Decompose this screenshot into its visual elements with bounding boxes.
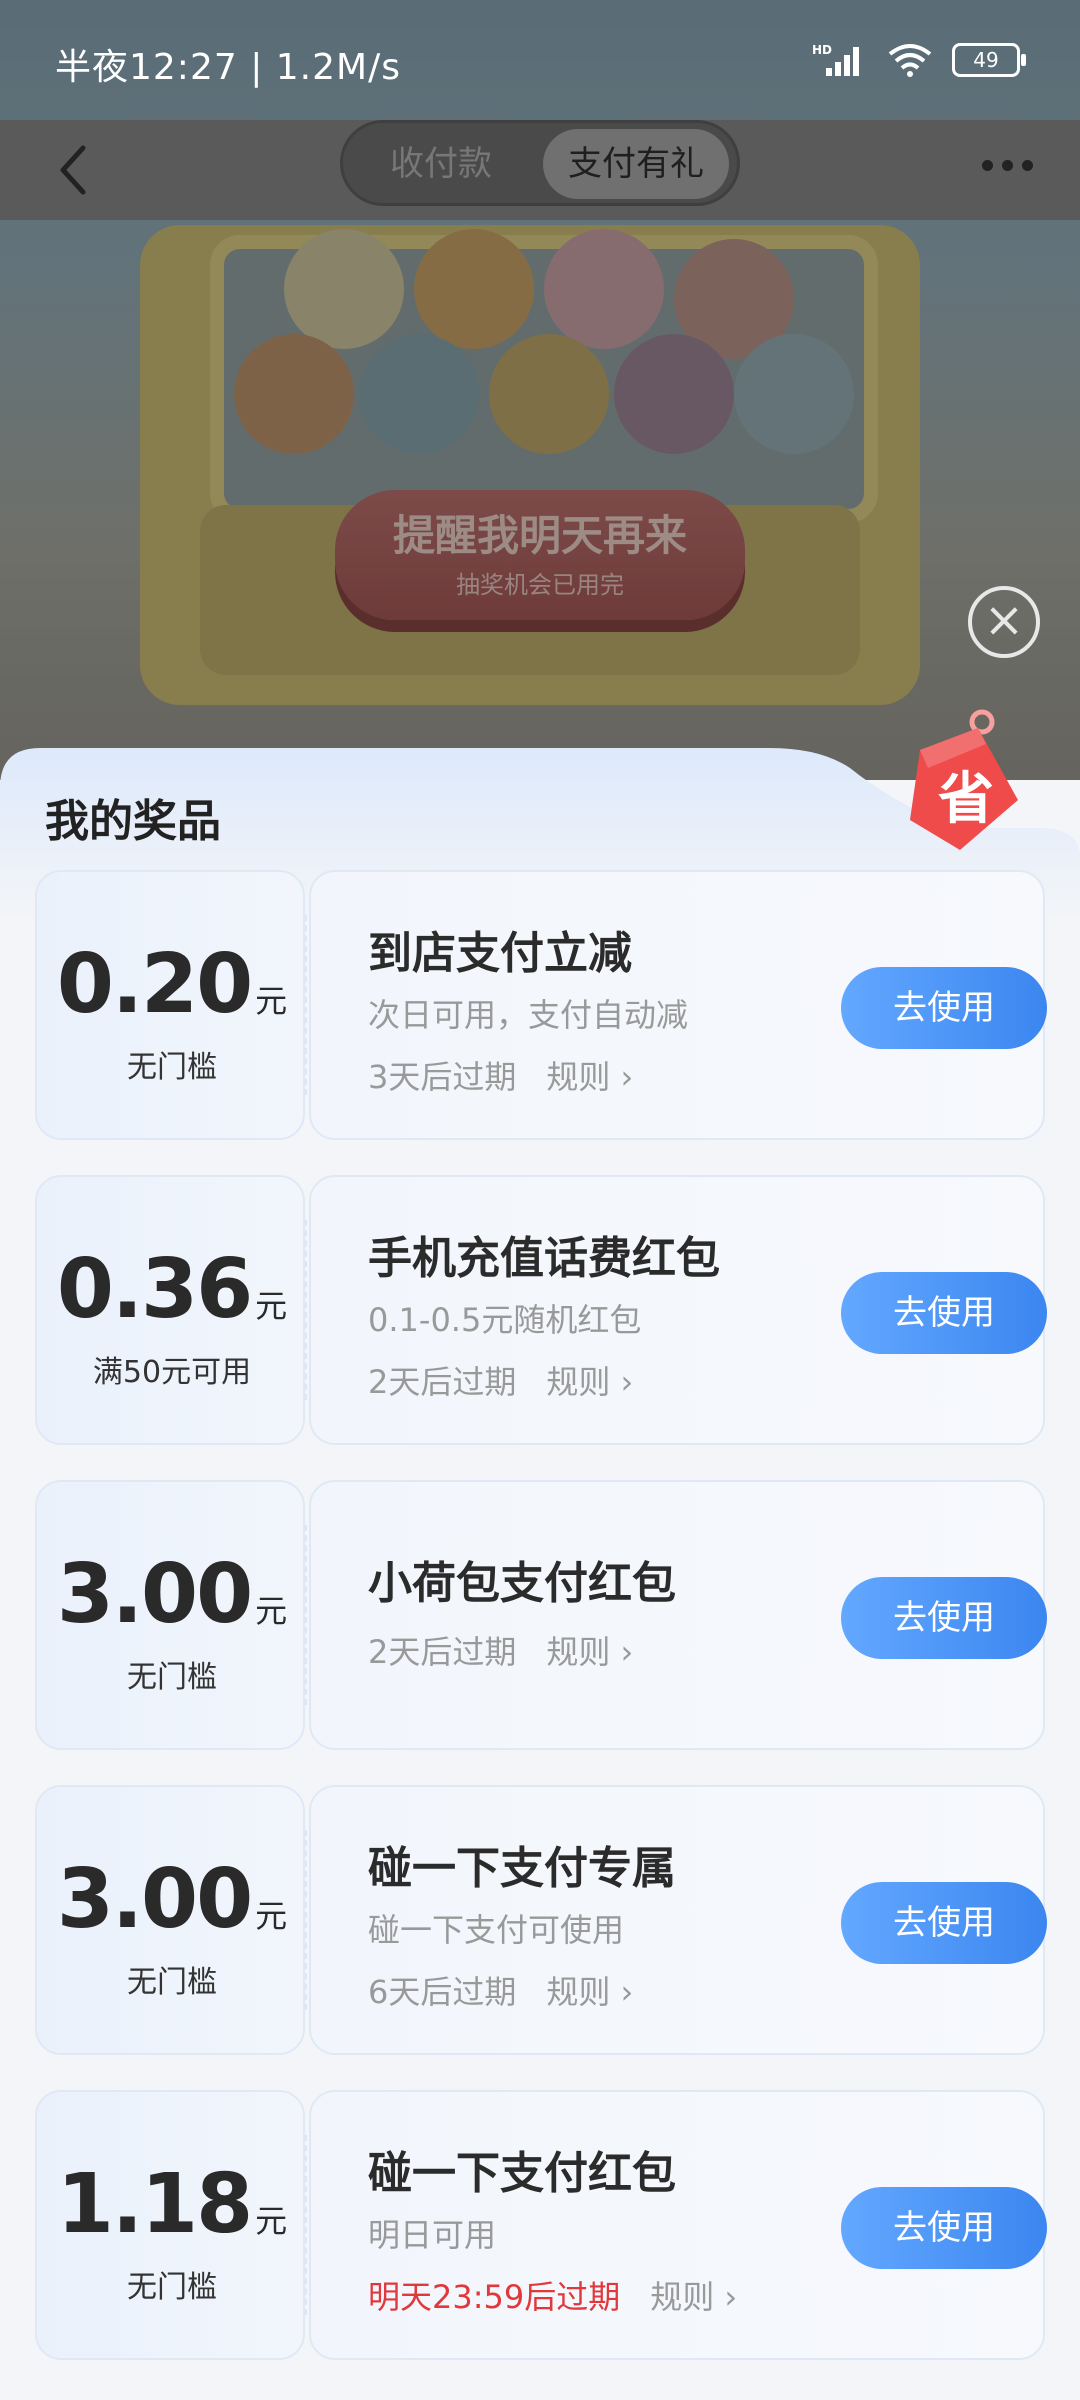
prize-amount: 0.20 <box>56 937 253 1032</box>
sheet-title: 我的奖品 <box>45 796 221 847</box>
wifi-icon <box>888 44 932 77</box>
card-divider <box>305 1525 307 1705</box>
close-icon[interactable]: × <box>968 586 1040 658</box>
prize-unit: 元 <box>255 982 288 1020</box>
amount-row: 1.18 元 <box>37 2157 307 2252</box>
battery-icon: 49 <box>952 43 1026 77</box>
amount-row: 3.00 元 <box>37 1547 307 1642</box>
back-button[interactable] <box>45 138 105 202</box>
prize-meta: 明天23:59后过期 规则 › <box>368 2272 737 2318</box>
use-button[interactable]: 去使用 <box>841 1577 1047 1659</box>
prize-condition: 无门槛 <box>127 1660 217 1695</box>
more-options-button[interactable] <box>982 150 1042 180</box>
prize-amount: 3.00 <box>56 1547 253 1642</box>
savings-tag-icon: 省 <box>910 709 1018 850</box>
prize-card: 0.20 元 无门槛 到店支付立减 次日可用，支付自动减 3天后过期 规则 › 去使… <box>35 870 1047 1140</box>
prize-condition: 无门槛 <box>127 1965 217 2000</box>
prize-expiry: 6天后过期 <box>368 1973 517 2011</box>
rules-link[interactable]: 规则 › <box>546 1633 633 1671</box>
prize-meta: 3天后过期 规则 › <box>368 1052 633 1098</box>
status-bar: 半夜12:27 | 1.2M/s HD 49 <box>0 0 1080 120</box>
prize-expiry: 2天后过期 <box>368 1633 517 1671</box>
prize-meta: 2天后过期 规则 › <box>368 1627 633 1673</box>
prize-info-panel: 到店支付立减 次日可用，支付自动减 3天后过期 规则 › 去使用 <box>309 870 1047 1140</box>
prize-meta: 6天后过期 规则 › <box>368 1967 633 2013</box>
mode-segmented-control: 收付款 支付有礼 <box>340 120 740 206</box>
prize-amount: 3.00 <box>56 1852 253 1947</box>
prize-condition: 满50元可用 <box>92 1355 252 1390</box>
prize-title: 到店支付立减 <box>368 928 632 979</box>
prize-amount-panel: 3.00 元 无门槛 <box>35 1785 305 2055</box>
prize-amount-panel: 1.18 元 无门槛 <box>35 2090 305 2360</box>
more-dot-icon <box>982 159 993 171</box>
card-divider <box>305 2135 307 2315</box>
prize-desc: 碰一下支付可使用 <box>368 1911 625 1949</box>
prize-desc: 明日可用 <box>368 2216 497 2254</box>
prize-expiry: 3天后过期 <box>368 1058 517 1096</box>
rules-link[interactable]: 规则 › <box>650 2278 737 2316</box>
prize-info-panel: 碰一下支付专属 碰一下支付可使用 6天后过期 规则 › 去使用 <box>309 1785 1047 2055</box>
prize-amount-panel: 0.36 元 满50元可用 <box>35 1175 305 1445</box>
prize-meta: 2天后过期 规则 › <box>368 1357 633 1403</box>
prize-unit: 元 <box>255 2202 288 2240</box>
prize-title: 碰一下支付专属 <box>368 1843 676 1894</box>
prize-unit: 元 <box>255 1897 288 1935</box>
rules-link[interactable]: 规则 › <box>546 1058 633 1096</box>
card-divider <box>305 1830 307 2010</box>
prize-info-panel: 手机充值话费红包 0.1-0.5元随机红包 2天后过期 规则 › 去使用 <box>309 1175 1047 1445</box>
prize-condition: 无门槛 <box>127 2270 217 2305</box>
more-dot-icon <box>1022 159 1033 171</box>
prize-desc: 0.1-0.5元随机红包 <box>368 1301 642 1339</box>
hd-signal-icon: HD <box>812 43 859 76</box>
rules-link[interactable]: 规则 › <box>546 1363 633 1401</box>
prize-amount: 0.36 <box>56 1242 253 1337</box>
prize-info-panel: 小荷包支付红包 2天后过期 规则 › 去使用 <box>309 1480 1047 1750</box>
prize-card: 0.36 元 满50元可用 手机充值话费红包 0.1-0.5元随机红包 2天后过期… <box>35 1175 1047 1445</box>
prize-info-panel: 碰一下支付红包 明日可用 明天23:59后过期 规则 › 去使用 <box>309 2090 1047 2360</box>
tab-pay-gift[interactable]: 支付有礼 <box>543 129 729 199</box>
card-divider <box>305 1220 307 1400</box>
amount-row: 0.36 元 <box>37 1242 307 1337</box>
amount-row: 0.20 元 <box>37 937 307 1032</box>
prize-amount: 1.18 <box>56 2157 253 2252</box>
prize-title: 小荷包支付红包 <box>368 1558 676 1609</box>
use-button[interactable]: 去使用 <box>841 967 1047 1049</box>
prize-card: 3.00 元 无门槛 碰一下支付专属 碰一下支付可使用 6天后过期 规则 › 去使用 <box>35 1785 1047 2055</box>
use-button[interactable]: 去使用 <box>841 1272 1047 1354</box>
svg-text:HD: HD <box>812 43 832 57</box>
prize-card: 3.00 元 无门槛 小荷包支付红包 2天后过期 规则 › 去使用 <box>35 1480 1047 1750</box>
prize-unit: 元 <box>255 1287 288 1325</box>
rules-link[interactable]: 规则 › <box>546 1973 633 2011</box>
status-icons: HD 49 <box>812 40 1026 80</box>
prize-desc: 次日可用，支付自动减 <box>368 996 689 1034</box>
prize-expiry: 2天后过期 <box>368 1363 517 1401</box>
chevron-left-icon <box>60 145 86 195</box>
prize-amount-panel: 3.00 元 无门槛 <box>35 1480 305 1750</box>
prize-title: 碰一下支付红包 <box>368 2148 676 2199</box>
more-dot-icon <box>1002 159 1013 171</box>
tab-receive-pay[interactable]: 收付款 <box>351 129 531 199</box>
amount-row: 3.00 元 <box>37 1852 307 1947</box>
status-time: 半夜12:27 | 1.2M/s <box>55 47 401 88</box>
prize-condition: 无门槛 <box>127 1050 217 1085</box>
prize-unit: 元 <box>255 1592 288 1630</box>
prize-amount-panel: 0.20 元 无门槛 <box>35 870 305 1140</box>
prize-expiry: 明天23:59后过期 <box>368 2278 621 2316</box>
savings-tag-text: 省 <box>938 767 994 832</box>
card-divider <box>305 915 307 1095</box>
use-button[interactable]: 去使用 <box>841 1882 1047 1964</box>
prize-card: 1.18 元 无门槛 碰一下支付红包 明日可用 明天23:59后过期 规则 › 去使… <box>35 2090 1047 2360</box>
use-button[interactable]: 去使用 <box>841 2187 1047 2269</box>
prize-title: 手机充值话费红包 <box>368 1233 720 1284</box>
